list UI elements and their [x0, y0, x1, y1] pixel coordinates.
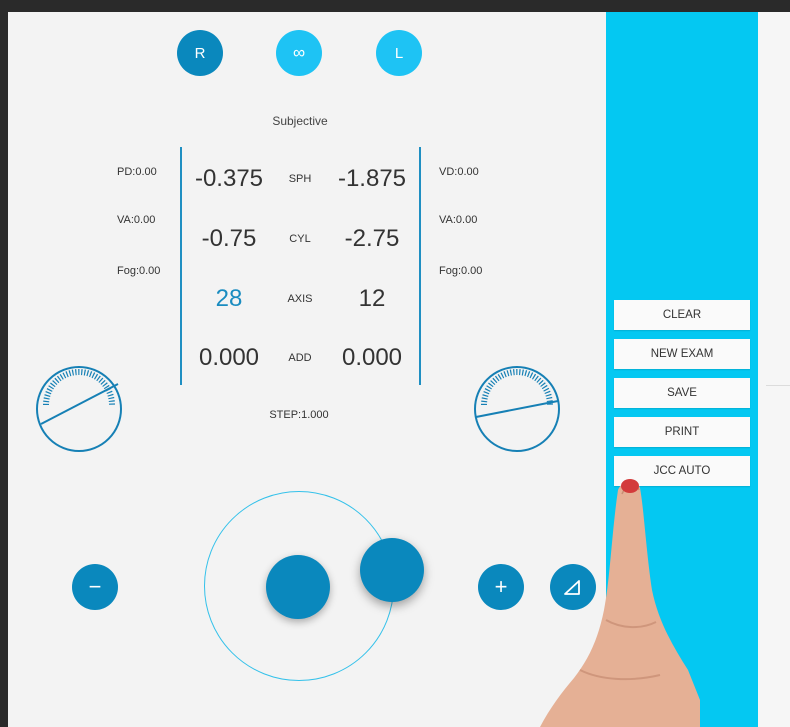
axis-left-value[interactable]: 12 — [317, 285, 427, 313]
save-button[interactable]: SAVE — [614, 378, 750, 408]
cyl-right-value[interactable]: -0.75 — [174, 225, 284, 253]
both-eyes-button[interactable]: ∞ — [276, 30, 322, 76]
va-left-value: VA:0.00 — [439, 214, 478, 226]
decrease-button[interactable]: − — [72, 564, 118, 610]
mode-label: Subjective — [272, 114, 328, 128]
new-exam-button[interactable]: NEW EXAM — [614, 339, 750, 369]
fog-left-value: Fog:0.00 — [439, 265, 483, 277]
pd-value: PD:0.00 — [117, 166, 157, 178]
pointing-hand-image — [540, 479, 700, 727]
joystick-knob[interactable] — [360, 538, 424, 602]
fog-right-value: Fog:0.00 — [117, 265, 161, 277]
vd-value: VD:0.00 — [439, 166, 479, 178]
axis-gauge-right-icon — [36, 366, 122, 452]
right-eye-button[interactable]: R — [177, 30, 223, 76]
right-panel — [758, 12, 790, 727]
axis-gauge-left-icon — [474, 366, 560, 452]
left-eye-button[interactable]: L — [376, 30, 422, 76]
print-button[interactable]: PRINT — [614, 417, 750, 447]
step-label: STEP:1.000 — [269, 409, 329, 421]
add-right-value[interactable]: 0.000 — [174, 344, 284, 372]
sph-right-value[interactable]: -0.375 — [174, 165, 284, 193]
right-panel-divider — [766, 385, 790, 386]
va-right-value: VA:0.00 — [117, 214, 156, 226]
add-left-value[interactable]: 0.000 — [317, 344, 427, 372]
joystick-center[interactable] — [266, 555, 330, 619]
increase-button[interactable]: + — [478, 564, 524, 610]
clear-button[interactable]: CLEAR — [614, 300, 750, 330]
sph-left-value[interactable]: -1.875 — [317, 165, 427, 193]
cyl-left-value[interactable]: -2.75 — [317, 225, 427, 253]
axis-right-value[interactable]: 28 — [174, 285, 284, 313]
